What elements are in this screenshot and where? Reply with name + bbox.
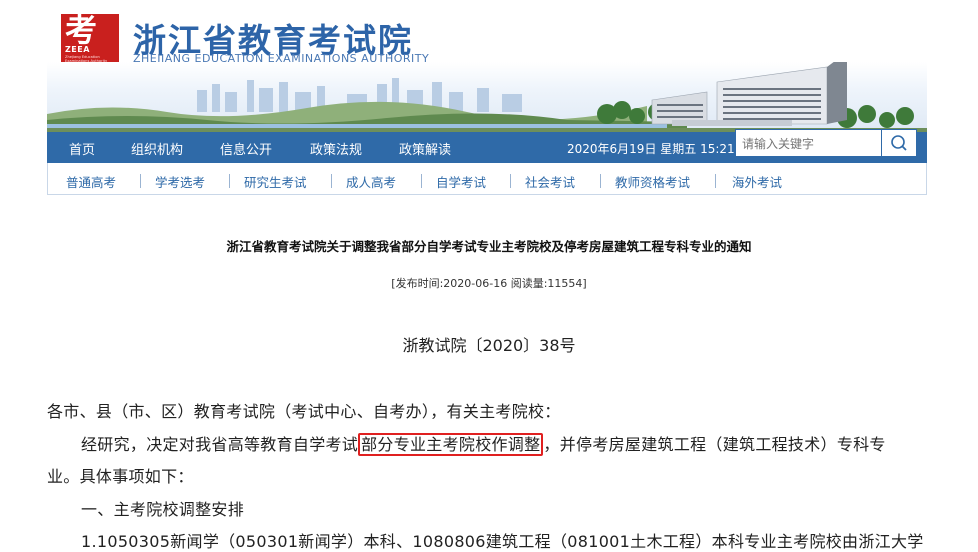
site-header: 考 ZEEA Zhejiang Education Examinations A… bbox=[47, 0, 927, 132]
nav-item-organization[interactable]: 组织机构 bbox=[131, 139, 183, 158]
subnav-item-graduate[interactable]: 研究生考试 bbox=[244, 172, 307, 191]
nav-item-home[interactable]: 首页 bbox=[69, 139, 95, 158]
nav-item-interpretation[interactable]: 政策解读 bbox=[399, 139, 451, 158]
paragraph-1-text-start: 经研究，决定对我省高等教育自学考试 bbox=[81, 435, 359, 454]
subnav-divider bbox=[510, 174, 511, 188]
search-button[interactable] bbox=[881, 129, 917, 157]
highlighted-phrase: 部分专业主考院校作调整 bbox=[358, 433, 544, 456]
subnav-item-adult[interactable]: 成人高考 bbox=[346, 172, 396, 191]
page-wrapper: 考 ZEEA Zhejiang Education Examinations A… bbox=[47, 0, 927, 195]
article-meta: [发布时间:2020-06-16 阅读量:11554] bbox=[391, 277, 587, 290]
salutation: 各市、县（市、区）教育考试院（考试中心、自考办），有关主考院校： bbox=[47, 402, 561, 421]
subnav-divider bbox=[140, 174, 141, 188]
nav-item-disclosure[interactable]: 信息公开 bbox=[220, 139, 272, 158]
subnav-item-social[interactable]: 社会考试 bbox=[525, 172, 575, 191]
subnav-item-gaokao[interactable]: 普通高考 bbox=[66, 172, 116, 191]
paragraph-1-text-end: ，并停考房屋建筑工程（建筑工程技术）专科专 bbox=[543, 435, 886, 454]
header-banner-image bbox=[47, 62, 927, 132]
subnav-divider bbox=[421, 174, 422, 188]
subnav-item-teacher[interactable]: 教师资格考试 bbox=[615, 172, 690, 191]
subnav-divider bbox=[600, 174, 601, 188]
paragraph-1-continued: 业。具体事项如下： bbox=[47, 467, 194, 486]
subnav-item-xuekao[interactable]: 学考选考 bbox=[155, 172, 205, 191]
document-number: 浙教试院〔2020〕38号 bbox=[402, 336, 576, 355]
search-input[interactable] bbox=[740, 134, 882, 154]
search-box bbox=[735, 129, 883, 157]
nav-item-regulations[interactable]: 政策法规 bbox=[310, 139, 362, 158]
paragraph-1: 经研究，决定对我省高等教育自学考试 部分专业主考院校作调整 ，并停考房屋建筑工程（建… bbox=[81, 431, 886, 456]
subnav-item-self-study[interactable]: 自学考试 bbox=[436, 172, 486, 191]
subnav-divider bbox=[331, 174, 332, 188]
search-icon bbox=[891, 135, 907, 151]
list-item-1: 1.1050305新闻学（050301新闻学）本科、1080806建筑工程（08… bbox=[81, 532, 924, 551]
logo-mark: 考 bbox=[65, 11, 98, 49]
current-datetime: 2020年6月19日 星期五 15:21:1 bbox=[567, 142, 747, 156]
logo-abbr: ZEEA bbox=[65, 45, 90, 54]
article-title: 浙江省教育考试院关于调整我省部分自学考试专业主考院校及停考房屋建筑工程专科专业的… bbox=[226, 239, 752, 254]
section-heading-1: 一、主考院校调整安排 bbox=[81, 500, 245, 519]
subnav-item-overseas[interactable]: 海外考试 bbox=[732, 172, 782, 191]
sub-nav: 普通高考 学考选考 研究生考试 成人高考 自学考试 社会考试 教师资格考试 海外… bbox=[47, 163, 927, 195]
subnav-divider bbox=[229, 174, 230, 188]
site-logo[interactable]: 考 ZEEA Zhejiang Education Examinations A… bbox=[61, 11, 119, 64]
subnav-divider bbox=[715, 174, 716, 188]
city-skyline-illustration bbox=[47, 62, 927, 132]
